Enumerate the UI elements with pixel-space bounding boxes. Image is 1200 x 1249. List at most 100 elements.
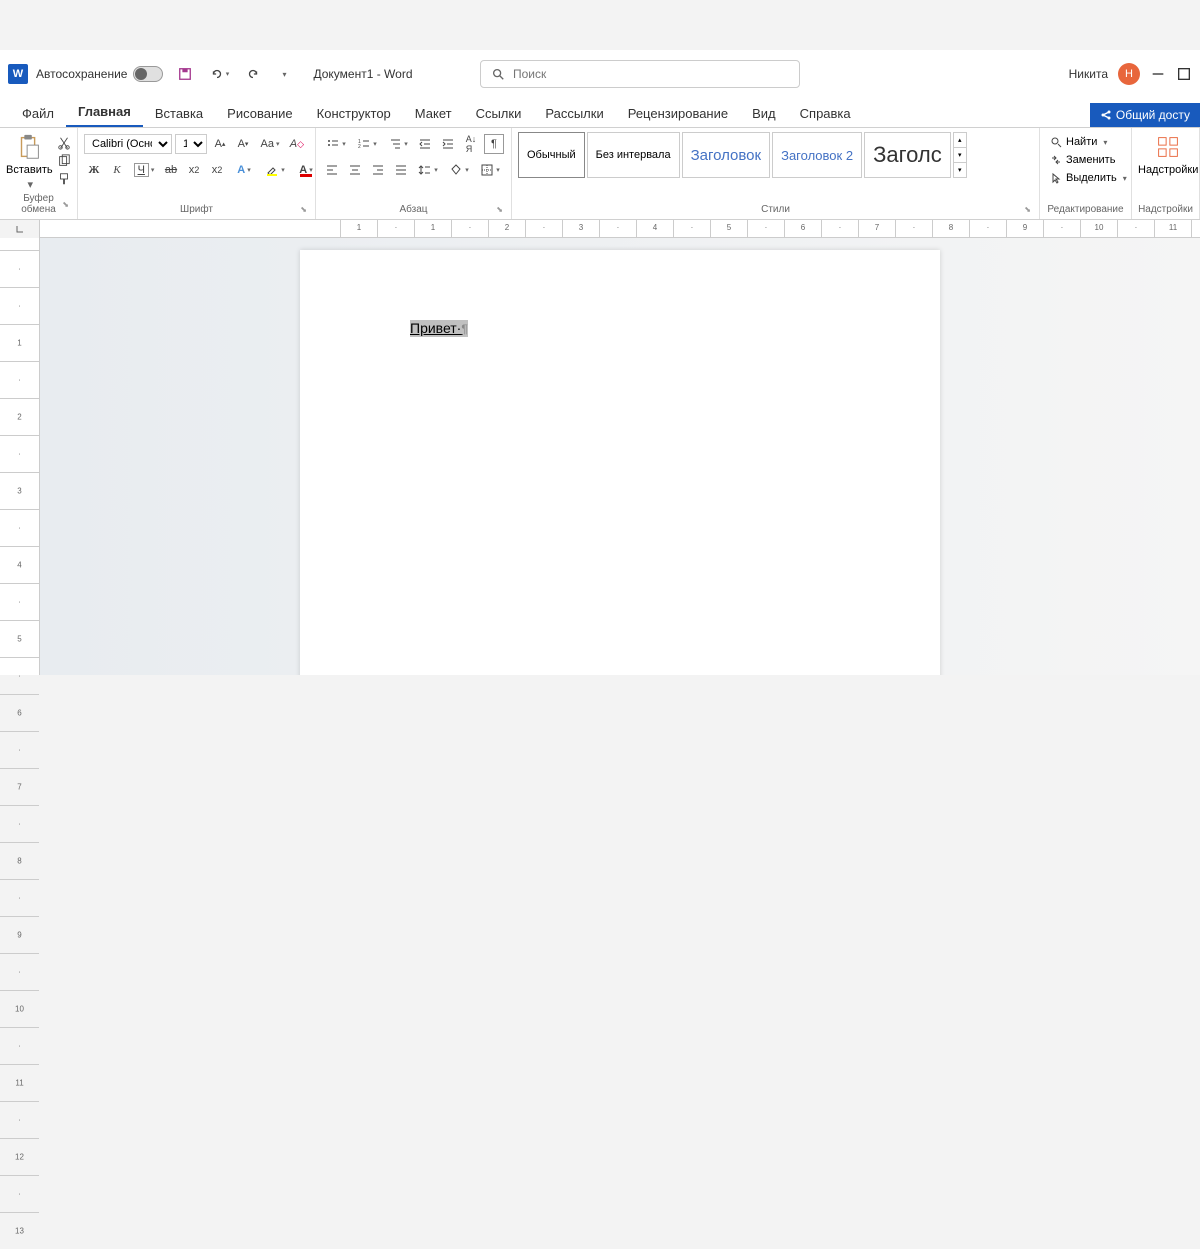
style-nospacing[interactable]: Без интервала xyxy=(587,132,680,178)
highlight-icon xyxy=(265,163,279,177)
dialog-launcher-icon[interactable]: ⬊ xyxy=(496,205,503,214)
tab-selector-icon[interactable] xyxy=(15,224,25,234)
subscript-button[interactable]: x2 xyxy=(184,160,204,180)
group-editing-label: Редактирование xyxy=(1046,202,1125,215)
find-button[interactable]: Найти▾ xyxy=(1046,134,1131,150)
numbering-button[interactable]: 12 xyxy=(353,134,381,154)
highlight-button[interactable] xyxy=(261,160,289,180)
increase-indent-button[interactable] xyxy=(438,134,458,154)
shading-icon xyxy=(449,163,463,177)
select-button[interactable]: Выделить▾ xyxy=(1046,170,1131,186)
copy-icon[interactable] xyxy=(57,154,71,168)
underline-button[interactable]: Ч xyxy=(130,160,158,180)
tab-design[interactable]: Конструктор xyxy=(305,100,403,127)
indent-icon xyxy=(441,137,455,151)
numbering-icon: 12 xyxy=(357,137,371,151)
styles-gallery-nav[interactable]: ▴▾▾ xyxy=(953,132,967,178)
show-marks-button[interactable]: ¶ xyxy=(484,134,504,154)
maximize-icon xyxy=(1176,66,1192,82)
share-icon xyxy=(1100,109,1112,121)
qat-customize-button[interactable]: ▾ xyxy=(273,64,293,84)
tab-view[interactable]: Вид xyxy=(740,100,788,127)
font-size-select[interactable]: 11 xyxy=(175,134,207,154)
replace-button[interactable]: Заменить xyxy=(1046,152,1131,168)
save-button[interactable] xyxy=(175,64,195,84)
addins-button[interactable]: Надстройки xyxy=(1138,132,1198,176)
clear-formatting-button[interactable]: A◇ xyxy=(287,134,307,154)
decrease-indent-button[interactable] xyxy=(415,134,435,154)
multilevel-button[interactable] xyxy=(384,134,412,154)
ribbon: Вставить ▾ Буфер обмена⬊ Calibri (Основн… xyxy=(0,128,1200,220)
document-canvas[interactable]: Привет·¶ xyxy=(40,238,1200,675)
align-left-button[interactable] xyxy=(322,160,342,180)
document-page[interactable]: Привет·¶ xyxy=(300,250,940,675)
gallery-up-icon[interactable]: ▴ xyxy=(954,133,966,148)
tab-review[interactable]: Рецензирование xyxy=(616,100,740,127)
tab-mailings[interactable]: Рассылки xyxy=(533,100,615,127)
ruler-area: 1·1·2·3·4·5·6·7·8·9·10·11·12·13·14·15·16… xyxy=(0,220,1200,238)
style-normal[interactable]: Обычный xyxy=(518,132,585,178)
dialog-launcher-icon[interactable]: ⬊ xyxy=(1024,205,1031,214)
search-input[interactable] xyxy=(513,67,789,81)
align-right-button[interactable] xyxy=(368,160,388,180)
minimize-button[interactable] xyxy=(1150,66,1166,82)
save-icon xyxy=(178,67,192,81)
align-center-button[interactable] xyxy=(345,160,365,180)
paste-icon xyxy=(14,132,44,162)
superscript-button[interactable]: x2 xyxy=(207,160,227,180)
bullets-button[interactable] xyxy=(322,134,350,154)
italic-button[interactable]: К xyxy=(107,160,127,180)
group-addins-label: Надстройки xyxy=(1138,202,1193,215)
undo-button[interactable] xyxy=(205,64,233,84)
decrease-font-button[interactable]: A▾ xyxy=(233,134,253,154)
bold-button[interactable]: Ж xyxy=(84,160,104,180)
sort-button[interactable]: A↓Я xyxy=(461,134,481,154)
search-box[interactable] xyxy=(480,60,800,88)
change-case-button[interactable]: Aa xyxy=(256,134,284,154)
ruler-corner xyxy=(0,220,40,238)
dialog-launcher-icon[interactable]: ⬊ xyxy=(300,205,307,214)
group-font: Calibri (Основної 11 A▴ A▾ Aa A◇ Ж К Ч a… xyxy=(78,128,316,219)
tab-home[interactable]: Главная xyxy=(66,98,143,127)
style-heading1[interactable]: Заголовок xyxy=(682,132,771,178)
toggle-switch-icon[interactable] xyxy=(133,66,163,82)
dialog-launcher-icon[interactable]: ⬊ xyxy=(62,200,69,209)
tab-references[interactable]: Ссылки xyxy=(464,100,534,127)
increase-font-button[interactable]: A▴ xyxy=(210,134,230,154)
tab-insert[interactable]: Вставка xyxy=(143,100,215,127)
tab-draw[interactable]: Рисование xyxy=(215,100,304,127)
gallery-down-icon[interactable]: ▾ xyxy=(954,148,966,163)
title-bar: W Автосохранение ▾ Документ1 - Word Ники… xyxy=(0,50,1200,98)
cut-icon[interactable] xyxy=(57,136,71,150)
font-color-button[interactable]: A xyxy=(292,160,320,180)
maximize-button[interactable] xyxy=(1176,66,1192,82)
font-name-select[interactable]: Calibri (Основної xyxy=(84,134,172,154)
format-painter-icon[interactable] xyxy=(57,172,71,186)
borders-button[interactable] xyxy=(476,160,504,180)
document-title: Документ1 - Word xyxy=(313,67,412,81)
text-effects-button[interactable]: A xyxy=(230,160,258,180)
horizontal-ruler[interactable]: 1·1·2·3·4·5·6·7·8·9·10·11·12·13·14·15·16… xyxy=(40,220,1200,238)
group-editing: Найти▾ Заменить Выделить▾ Редактирование xyxy=(1040,128,1132,219)
cursor-icon xyxy=(1050,172,1062,184)
tab-file[interactable]: Файл xyxy=(10,100,66,127)
style-title[interactable]: Заголс xyxy=(864,132,951,178)
bullets-icon xyxy=(326,137,340,151)
share-button[interactable]: Общий досту xyxy=(1090,103,1200,127)
vertical-ruler[interactable]: ··1·2·3·4·5·6·7·8·9·10·11·12·13 xyxy=(0,238,40,675)
paste-button[interactable]: Вставить ▾ xyxy=(6,132,53,191)
shading-button[interactable] xyxy=(445,160,473,180)
tab-layout[interactable]: Макет xyxy=(403,100,464,127)
selected-text[interactable]: Привет·¶ xyxy=(410,320,468,337)
group-clipboard: Вставить ▾ Буфер обмена⬊ xyxy=(0,128,78,219)
strikethrough-button[interactable]: ab xyxy=(161,160,181,180)
line-spacing-button[interactable] xyxy=(414,160,442,180)
autosave-toggle[interactable]: Автосохранение xyxy=(36,66,163,82)
gallery-more-icon[interactable]: ▾ xyxy=(954,163,966,177)
user-avatar[interactable]: Н xyxy=(1118,63,1140,85)
justify-button[interactable] xyxy=(391,160,411,180)
redo-button[interactable] xyxy=(243,64,263,84)
svg-text:2: 2 xyxy=(358,144,361,150)
style-heading2[interactable]: Заголовок 2 xyxy=(772,132,862,178)
tab-help[interactable]: Справка xyxy=(788,100,863,127)
